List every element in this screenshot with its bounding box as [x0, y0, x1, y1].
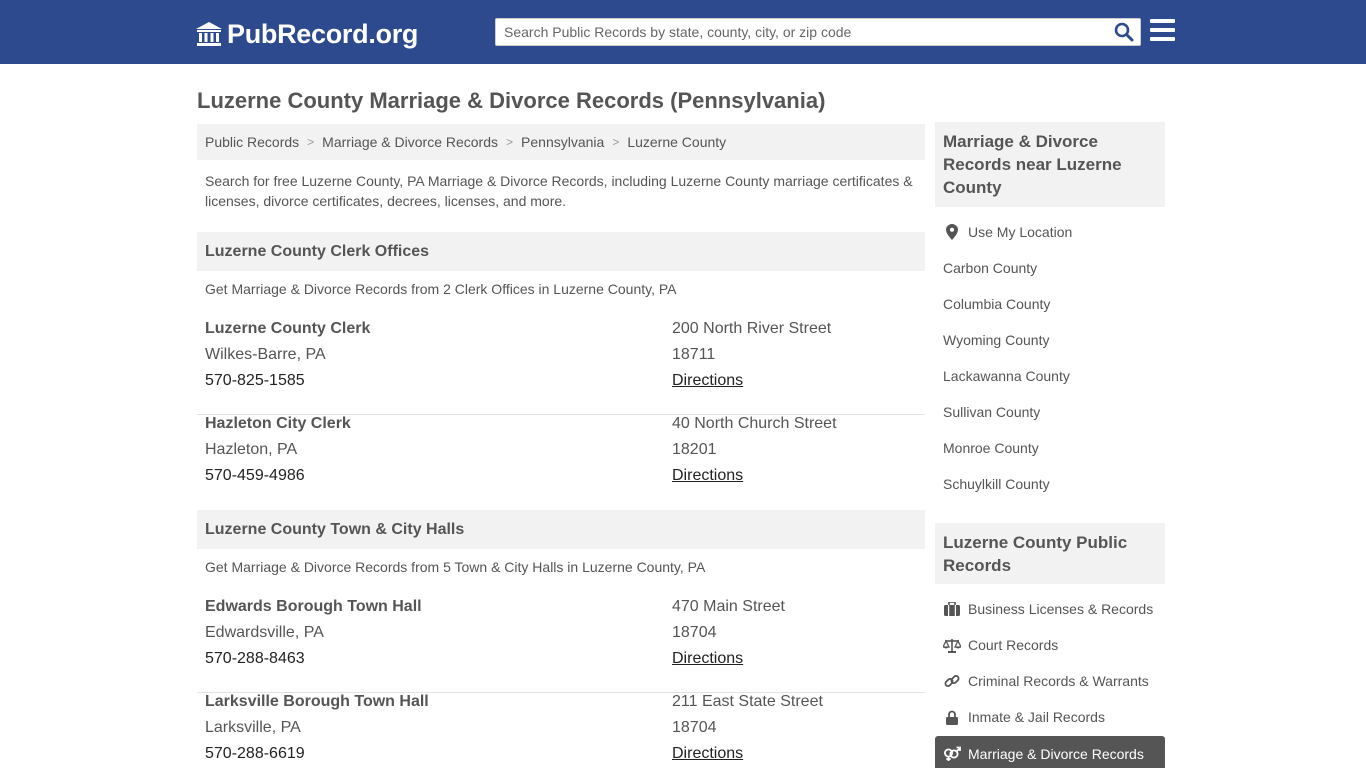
office-entry: Hazleton City Clerk Hazleton, PA 570-459… — [197, 415, 925, 510]
directions-link[interactable]: Directions — [672, 467, 743, 485]
use-my-location-link[interactable]: Use My Location — [943, 224, 1072, 240]
sidebar-item-label: Inmate & Jail Records — [968, 709, 1105, 725]
office-city: Edwardsville, PA — [205, 624, 324, 641]
office-zip: 18201 — [672, 441, 717, 458]
site-logo[interactable]: PubRecord.org — [195, 18, 418, 50]
sidebar-item-criminal-records[interactable]: Criminal Records & Warrants — [943, 673, 1149, 689]
office-street: 40 North Church Street — [672, 415, 837, 432]
section-header-town-city-halls: Luzerne County Town & City Halls — [197, 510, 925, 549]
sidebar-item-label: Court Records — [968, 637, 1059, 653]
sidebar-item-carbon-county[interactable]: Carbon County — [943, 260, 1037, 276]
office-phone[interactable]: 570-288-6619 — [205, 745, 305, 763]
sidebar-item-sullivan-county[interactable]: Sullivan County — [943, 404, 1040, 420]
use-my-location-label: Use My Location — [968, 224, 1073, 240]
sidebar-item-inmate-jail-records[interactable]: Inmate & Jail Records — [943, 709, 1105, 725]
top-bar: PubRecord.org — [0, 0, 1366, 64]
menu-bar — [1150, 19, 1175, 23]
sidebar-item-marriage-divorce-active[interactable]: Marriage & Divorce Records — [935, 736, 1165, 768]
breadcrumb: Public Records > Marriage & Divorce Reco… — [197, 124, 925, 160]
breadcrumb-separator: > — [612, 135, 620, 149]
office-name[interactable]: Edwards Borough Town Hall — [205, 598, 422, 616]
briefcase-icon — [943, 601, 961, 617]
office-entry: Larksville Borough Town Hall Larksville,… — [197, 693, 925, 768]
map-marker-icon — [943, 224, 961, 240]
section-header-clerk-offices: Luzerne County Clerk Offices — [197, 232, 925, 271]
sidebar-item-monroe-county[interactable]: Monroe County — [943, 440, 1039, 456]
office-name[interactable]: Larksville Borough Town Hall — [205, 693, 429, 711]
sidebar-item-label: Criminal Records & Warrants — [968, 673, 1149, 689]
office-entry: Luzerne County Clerk Wilkes-Barre, PA 57… — [197, 320, 925, 415]
courthouse-icon — [196, 22, 222, 46]
office-city: Hazleton, PA — [205, 441, 298, 458]
office-zip: 18704 — [672, 719, 717, 736]
scales-icon — [943, 637, 961, 653]
office-zip: 18704 — [672, 624, 717, 641]
logo-text: PubRecord.org — [227, 18, 419, 49]
directions-link[interactable]: Directions — [672, 372, 743, 390]
office-name[interactable]: Luzerne County Clerk — [205, 320, 370, 338]
sidebar-item-label: Business Licenses & Records — [968, 601, 1154, 617]
breadcrumb-pennsylvania[interactable]: Pennsylvania — [521, 134, 604, 150]
sidebar-item-label: Marriage & Divorce Records — [968, 746, 1144, 762]
office-street: 211 East State Street — [672, 693, 823, 710]
office-zip: 18711 — [672, 346, 716, 363]
breadcrumb-luzerne-county[interactable]: Luzerne County — [627, 134, 726, 150]
breadcrumb-separator: > — [307, 135, 315, 149]
directions-link[interactable]: Directions — [672, 745, 743, 763]
office-phone[interactable]: 570-288-8463 — [205, 650, 305, 668]
search-button[interactable] — [1112, 21, 1136, 43]
section-description: Get Marriage & Divorce Records from 2 Cl… — [205, 281, 677, 297]
hamburger-menu-button[interactable] — [1150, 19, 1176, 43]
office-city: Larksville, PA — [205, 719, 301, 736]
breadcrumb-separator: > — [506, 135, 514, 149]
sidebar-item-business-licenses[interactable]: Business Licenses & Records — [943, 601, 1153, 617]
office-name[interactable]: Hazleton City Clerk — [205, 415, 351, 433]
office-phone[interactable]: 570-459-4986 — [205, 467, 305, 485]
sidebar-public-records-title: Luzerne County Public Records — [935, 523, 1165, 584]
menu-bar — [1150, 28, 1175, 32]
breadcrumb-public-records[interactable]: Public Records — [205, 134, 299, 150]
sidebar-item-lackawanna-county[interactable]: Lackawanna County — [943, 368, 1070, 384]
search-input[interactable] — [496, 19, 1106, 45]
search-bar — [495, 18, 1141, 46]
sidebar-item-wyoming-county[interactable]: Wyoming County — [943, 332, 1049, 348]
office-city: Wilkes-Barre, PA — [205, 346, 326, 363]
sidebar-item-columbia-county[interactable]: Columbia County — [943, 296, 1050, 312]
search-icon — [1114, 22, 1134, 42]
breadcrumb-marriage-divorce[interactable]: Marriage & Divorce Records — [322, 134, 498, 150]
lock-icon — [943, 709, 961, 725]
office-street: 200 North River Street — [672, 320, 832, 337]
sidebar-item-schuylkill-county[interactable]: Schuylkill County — [943, 476, 1050, 492]
office-phone[interactable]: 570-825-1585 — [205, 372, 305, 390]
page-title: Luzerne County Marriage & Divorce Record… — [197, 88, 826, 113]
office-entry: Edwards Borough Town Hall Edwardsville, … — [197, 598, 925, 693]
intro-text: Search for free Luzerne County, PA Marri… — [205, 173, 913, 209]
sidebar-item-court-records[interactable]: Court Records — [943, 637, 1058, 653]
office-street: 470 Main Street — [672, 598, 785, 615]
link-icon — [943, 673, 961, 689]
sidebar-nearby-title: Marriage & Divorce Records near Luzerne … — [935, 122, 1165, 207]
directions-link[interactable]: Directions — [672, 650, 743, 668]
section-description: Get Marriage & Divorce Records from 5 To… — [205, 559, 706, 575]
venus-mars-icon — [943, 746, 961, 762]
menu-bar — [1150, 37, 1175, 41]
